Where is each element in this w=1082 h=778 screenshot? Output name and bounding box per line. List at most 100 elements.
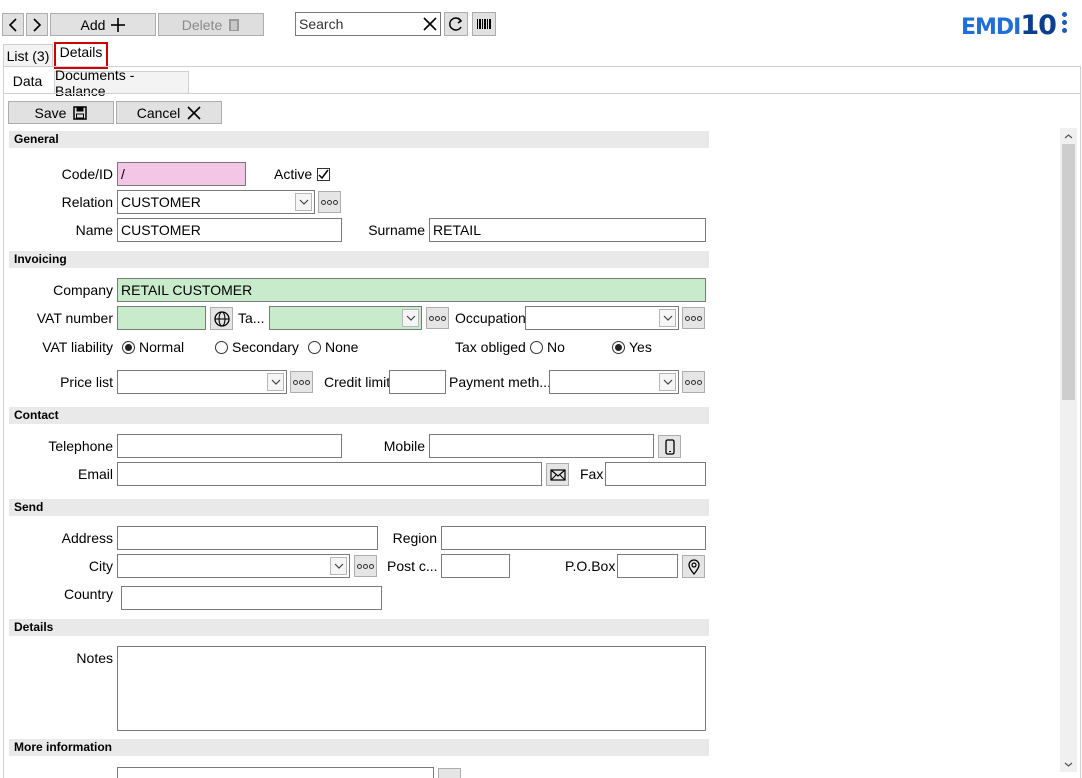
relation-value: CUSTOMER	[121, 194, 201, 210]
vat-liability-secondary-radio[interactable]: Secondary	[215, 339, 299, 355]
barcode-icon	[477, 19, 491, 29]
tax-obliged-label: Tax obliged	[455, 339, 526, 355]
surname-field[interactable]: RETAIL	[429, 218, 706, 242]
price-list-label: Price list	[60, 374, 113, 390]
email-field[interactable]	[117, 462, 542, 486]
price-list-select[interactable]	[117, 370, 287, 394]
checkmark-icon	[318, 169, 329, 180]
search-input[interactable]	[299, 16, 417, 32]
payment-method-select[interactable]	[549, 370, 679, 394]
close-icon[interactable]	[423, 17, 437, 31]
radio-label: Secondary	[232, 339, 299, 355]
tab-list[interactable]: List (3)	[3, 44, 53, 66]
address-field[interactable]	[117, 526, 378, 550]
more-info-button[interactable]	[438, 768, 461, 778]
cancel-label: Cancel	[136, 104, 181, 121]
payment-method-more-button[interactable]	[682, 371, 705, 393]
company-field[interactable]: RETAIL CUSTOMER	[117, 278, 706, 302]
delete-button[interactable]: Delete	[158, 13, 264, 36]
more-menu-icon[interactable]	[1058, 12, 1070, 36]
telephone-label: Telephone	[48, 438, 113, 454]
envelope-icon	[549, 468, 566, 481]
relation-label: Relation	[61, 194, 113, 210]
scroll-down-icon[interactable]	[1060, 756, 1077, 772]
globe-icon	[213, 310, 230, 327]
app-logo: EMDI10	[961, 10, 1057, 41]
map-pin-icon	[687, 558, 700, 575]
notes-textarea[interactable]	[117, 646, 706, 731]
more-info-field[interactable]	[117, 767, 434, 778]
back-button[interactable]	[2, 13, 24, 36]
occupation-more-button[interactable]	[682, 307, 705, 329]
refresh-button[interactable]	[444, 12, 468, 36]
highlight-box	[54, 42, 108, 69]
search-box[interactable]	[295, 12, 441, 36]
tax-obliged-no-radio[interactable]: No	[530, 339, 565, 355]
radio-icon	[215, 340, 228, 354]
section-general: General	[9, 131, 709, 148]
radio-label: Yes	[629, 339, 652, 355]
tab-data[interactable]: Data	[5, 69, 50, 93]
name-field[interactable]: CUSTOMER	[117, 218, 342, 242]
payment-method-label: Payment meth...	[449, 374, 551, 390]
vat-liability-none-radio[interactable]: None	[308, 339, 358, 355]
fax-label: Fax	[580, 466, 604, 482]
section-more-information: More information	[9, 739, 709, 756]
tab-divider	[3, 93, 1081, 94]
cancel-button[interactable]: Cancel	[116, 101, 222, 124]
vat-lookup-button[interactable]	[210, 307, 233, 330]
section-details: Details	[9, 619, 709, 636]
email-label: Email	[77, 466, 113, 482]
chevron-left-icon	[8, 17, 17, 32]
vertical-scrollbar[interactable]	[1060, 128, 1077, 772]
occupation-select[interactable]	[525, 306, 679, 330]
pobox-field[interactable]	[617, 554, 678, 578]
tab-list-label: List (3)	[6, 47, 50, 64]
radio-selected-icon	[612, 340, 625, 354]
trash-icon	[229, 18, 240, 31]
code-field[interactable]: /	[117, 162, 246, 186]
relation-select[interactable]: CUSTOMER	[117, 190, 315, 214]
radio-label: No	[547, 339, 565, 355]
chevron-down-icon	[267, 373, 284, 391]
relation-more-button[interactable]	[318, 191, 341, 213]
mobile-phone-icon	[664, 438, 675, 455]
scroll-up-icon[interactable]	[1060, 128, 1077, 144]
telephone-field[interactable]	[117, 434, 342, 458]
radio-selected-icon	[122, 340, 135, 354]
scrollbar-thumb[interactable]	[1062, 144, 1075, 400]
close-icon	[187, 105, 201, 120]
tab-documents-balance[interactable]: Documents - Balance	[54, 67, 189, 99]
chevron-down-icon	[295, 193, 312, 211]
tax-office-more-button[interactable]	[426, 307, 449, 329]
save-label: Save	[34, 104, 67, 121]
active-checkbox[interactable]	[317, 168, 330, 181]
tax-office-label: Ta...	[238, 310, 265, 326]
city-more-button[interactable]	[354, 555, 377, 577]
forward-button[interactable]	[26, 13, 48, 36]
barcode-button[interactable]	[472, 12, 496, 36]
price-list-more-button[interactable]	[290, 371, 313, 393]
postcode-label: Post c...	[387, 558, 438, 574]
mobile-label: Mobile	[383, 438, 425, 454]
plus-icon	[111, 17, 126, 32]
fax-field[interactable]	[605, 462, 706, 486]
tax-obliged-yes-radio[interactable]: Yes	[612, 339, 652, 355]
add-button[interactable]: Add	[50, 13, 156, 36]
save-button[interactable]: Save	[8, 101, 114, 124]
country-field[interactable]	[121, 586, 382, 610]
mobile-call-button[interactable]	[658, 435, 681, 458]
vat-field[interactable]	[117, 306, 206, 330]
region-field[interactable]	[441, 526, 706, 550]
delete-label: Delete	[181, 16, 223, 33]
city-select[interactable]	[117, 554, 350, 578]
name-label: Name	[75, 222, 113, 238]
postcode-field[interactable]	[441, 554, 510, 578]
city-label: City	[88, 558, 113, 574]
tax-office-select[interactable]	[269, 306, 422, 330]
email-send-button[interactable]	[546, 463, 569, 486]
mobile-field[interactable]	[429, 434, 654, 458]
credit-limit-field[interactable]	[389, 370, 446, 394]
vat-liability-normal-radio[interactable]: Normal	[122, 339, 184, 355]
map-location-button[interactable]	[682, 555, 705, 578]
